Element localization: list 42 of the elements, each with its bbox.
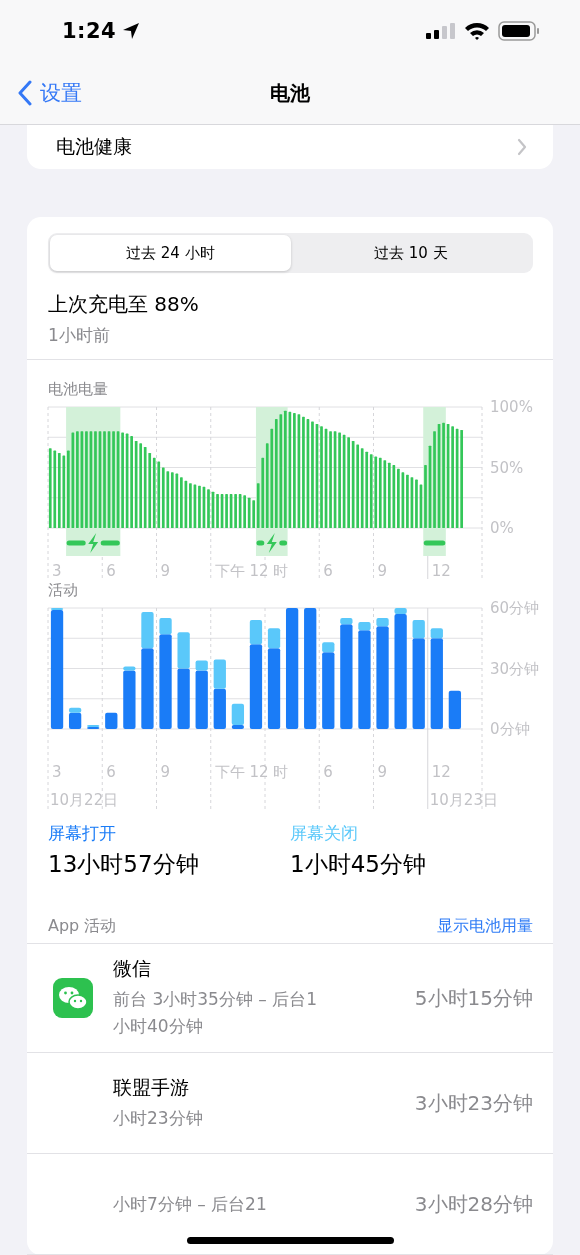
axis-label: 6 <box>106 562 116 579</box>
legend-label: 屏幕打开 <box>48 822 117 845</box>
axis-label: 6 <box>323 763 333 781</box>
axis-label: 9 <box>377 562 388 579</box>
legend-label: 屏幕关闭 <box>290 822 359 845</box>
axis-label: 9 <box>160 763 171 781</box>
app-total-time: 3小时28分钟 <box>414 1190 533 1218</box>
last-charge-title: 上次充电至 88% <box>48 291 200 318</box>
axis-label: 0分钟 <box>490 720 530 738</box>
app-usage-detail: 小时7分钟 – 后台21 <box>113 1192 268 1216</box>
axis-label: 50% <box>490 458 524 477</box>
last-charge-time: 1小时前 <box>48 324 111 347</box>
chart-title: 电池电量 <box>47 379 109 399</box>
status-time: 1:24 <box>62 19 117 43</box>
total-time: 1小时45分钟 <box>290 850 427 879</box>
axis-label: 60分钟 <box>490 600 540 617</box>
axis-label: 0% <box>490 519 514 537</box>
row-label: 电池健康 <box>56 134 132 159</box>
axis-label: 3 <box>52 763 62 781</box>
axis-label: 12 <box>431 562 451 579</box>
date-label: 10月23日 <box>429 791 498 809</box>
axis-label: 9 <box>377 763 388 781</box>
app-total-time: 5小时15分钟 <box>414 984 533 1012</box>
app-total-time: 3小时23分钟 <box>414 1089 533 1117</box>
axis-label: 3 <box>52 562 62 579</box>
axis-label: 下午 12 时 <box>214 562 289 579</box>
axis-label: 6 <box>323 562 333 579</box>
axis-label: 下午 12 时 <box>214 763 289 781</box>
app-usage-detail: 小时23分钟 <box>113 1106 204 1130</box>
app-name: 微信 <box>113 956 152 981</box>
axis-label: 12 <box>431 763 451 781</box>
date-label: 10月22日 <box>50 791 119 809</box>
total-time: 13小时57分钟 <box>48 850 200 879</box>
axis-label: 30分钟 <box>490 659 540 678</box>
chart-title: 活动 <box>47 580 79 600</box>
app-name: 联盟手游 <box>113 1074 190 1100</box>
section-header: App 活动 <box>48 916 117 937</box>
app-usage-detail: 前台 3小时35分钟 – 后台1小时40分钟 <box>113 988 318 1038</box>
nav-title: 电池 <box>270 80 310 105</box>
axis-label: 6 <box>106 763 116 781</box>
axis-label: 9 <box>160 562 171 579</box>
axis-label: 100% <box>490 399 533 416</box>
